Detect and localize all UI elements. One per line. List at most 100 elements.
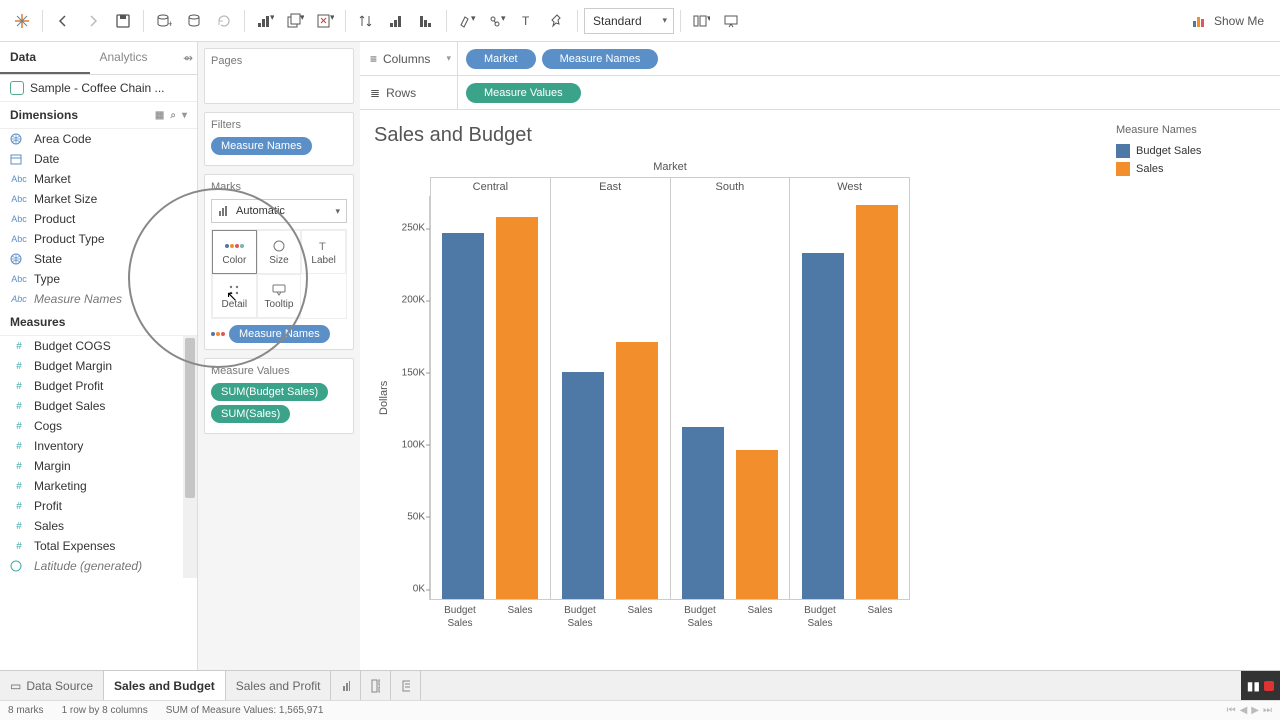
dimension-field[interactable]: Date [0, 149, 197, 169]
measure-field[interactable]: Latitude (generated) [0, 556, 197, 576]
recording-controls[interactable]: ▮▮ [1241, 671, 1280, 700]
measure-field[interactable]: #Budget Sales [0, 396, 197, 416]
columns-shelf[interactable]: ≡Columns Market Measure Names [360, 42, 1280, 76]
abc-icon: Abc [10, 234, 28, 244]
measure-value-pill[interactable]: SUM(Budget Sales) [211, 383, 328, 401]
dimensions-header: Dimensions ▦⌕▾ [0, 102, 197, 129]
show-me-button[interactable]: Show Me [1184, 9, 1272, 33]
marks-tooltip-button[interactable]: Tooltip [257, 274, 302, 318]
save-icon[interactable] [109, 7, 137, 35]
measure-field[interactable]: #Sales [0, 516, 197, 536]
marks-color-button[interactable]: Color [212, 230, 257, 274]
bar[interactable] [562, 372, 604, 599]
marks-detail-button[interactable]: Detail [212, 274, 257, 318]
dimension-field[interactable]: Area Code [0, 129, 197, 149]
canvas: ≡Columns Market Measure Names ≣Rows Meas… [360, 42, 1280, 670]
view-toggle-icon[interactable]: ▦ [155, 110, 164, 121]
new-worksheet-icon[interactable]: ▾ [251, 7, 279, 35]
marks-size-button[interactable]: Size [257, 230, 302, 274]
measure-value-pill[interactable]: SUM(Sales) [211, 405, 290, 423]
marks-label-button[interactable]: TLabel [301, 230, 346, 274]
legend-item[interactable]: Sales [1116, 162, 1266, 176]
tab-data[interactable]: Data [0, 42, 90, 74]
sheet-tab[interactable]: Sales and Budget [104, 671, 226, 700]
new-datasource-icon[interactable]: + [150, 7, 178, 35]
measure-field[interactable]: #Budget Profit [0, 376, 197, 396]
measure-field[interactable]: #Margin [0, 456, 197, 476]
dimension-field[interactable]: AbcType [0, 269, 197, 289]
label-icon[interactable]: T [513, 7, 541, 35]
bar[interactable] [856, 205, 898, 599]
filter-pill[interactable]: Measure Names [211, 137, 312, 155]
measure-field[interactable]: #Budget Margin [0, 356, 197, 376]
chart-panels [430, 196, 910, 600]
legend-item[interactable]: Budget Sales [1116, 144, 1266, 158]
clear-icon[interactable]: ▾ [311, 7, 339, 35]
marks-color-pill[interactable]: Measure Names [229, 325, 330, 343]
sheet-tab[interactable]: Sales and Profit [226, 671, 332, 700]
chart-area: Sales and Budget Market CentralEastSouth… [374, 124, 1104, 656]
duplicate-icon[interactable]: ▾ [281, 7, 309, 35]
column-pill[interactable]: Measure Names [542, 49, 659, 69]
measure-field[interactable]: #Cogs [0, 416, 197, 436]
swap-icon[interactable] [352, 7, 380, 35]
rows-label: ≣Rows [360, 76, 458, 109]
group-icon[interactable]: ▾ [483, 7, 511, 35]
measure-field[interactable]: #Inventory [0, 436, 197, 456]
measure-values-shelf[interactable]: Measure Values SUM(Budget Sales) SUM(Sal… [204, 358, 354, 434]
dimension-field[interactable]: AbcMeasure Names [0, 289, 197, 309]
sort-asc-icon[interactable] [382, 7, 410, 35]
filters-label: Filters [211, 119, 347, 131]
forward-icon[interactable] [79, 7, 107, 35]
bar[interactable] [802, 253, 844, 599]
marks-type-dropdown[interactable]: Automatic [211, 199, 347, 223]
bar[interactable] [496, 217, 538, 599]
tab-analytics[interactable]: Analytics [90, 42, 180, 74]
rows-shelf[interactable]: ≣Rows Measure Values [360, 76, 1280, 110]
bar[interactable] [616, 342, 658, 599]
sort-desc-icon[interactable] [412, 7, 440, 35]
measure-field[interactable]: #Profit [0, 496, 197, 516]
back-icon[interactable] [49, 7, 77, 35]
columns-label[interactable]: ≡Columns [360, 42, 458, 75]
dimension-field[interactable]: AbcMarket [0, 169, 197, 189]
column-pill[interactable]: Market [466, 49, 536, 69]
panel-menu-icon[interactable]: ⇴ [179, 42, 197, 74]
hash-icon: # [10, 401, 28, 412]
data-source-tab[interactable]: ▭Data Source [0, 671, 104, 700]
new-dashboard-icon[interactable] [361, 671, 391, 700]
scrollbar[interactable] [183, 336, 197, 578]
bar[interactable] [736, 450, 778, 599]
hash-icon: # [10, 421, 28, 432]
marks-type-label: Automatic [236, 205, 285, 217]
chart-title[interactable]: Sales and Budget [374, 124, 1104, 147]
bar[interactable] [442, 233, 484, 599]
fit-dropdown[interactable]: Standard [584, 8, 674, 34]
pages-shelf[interactable]: Pages [204, 48, 354, 104]
show-cards-icon[interactable]: ▾ [687, 7, 715, 35]
measure-field[interactable]: #Total Expenses [0, 536, 197, 556]
highlight-icon[interactable]: ▾ [453, 7, 481, 35]
search-icon[interactable]: ⌕ [170, 110, 176, 121]
refresh-icon[interactable] [210, 7, 238, 35]
row-pill[interactable]: Measure Values [466, 83, 581, 103]
dimension-field[interactable]: AbcMarket Size [0, 189, 197, 209]
sheet-nav[interactable]: ⏮◀▶⏭ [1227, 705, 1272, 716]
presentation-icon[interactable] [717, 7, 745, 35]
dimension-field[interactable]: AbcProduct [0, 209, 197, 229]
pause-updates-icon[interactable] [180, 7, 208, 35]
filters-shelf[interactable]: Filters Measure Names [204, 112, 354, 166]
menu-icon[interactable]: ▾ [182, 110, 187, 121]
measure-field[interactable]: #Budget COGS [0, 336, 197, 356]
datasource-row[interactable]: Sample - Coffee Chain ... [0, 75, 197, 102]
new-story-icon[interactable] [391, 671, 421, 700]
new-sheet-icon[interactable]: + [331, 671, 361, 700]
dimension-field[interactable]: AbcProduct Type [0, 229, 197, 249]
tableau-logo-icon[interactable] [8, 7, 36, 35]
bar[interactable] [682, 427, 724, 599]
dimension-field[interactable]: State [0, 249, 197, 269]
pin-icon[interactable] [543, 7, 571, 35]
measure-field[interactable]: #Marketing [0, 476, 197, 496]
hash-icon: # [10, 381, 28, 392]
hash-icon: # [10, 481, 28, 492]
